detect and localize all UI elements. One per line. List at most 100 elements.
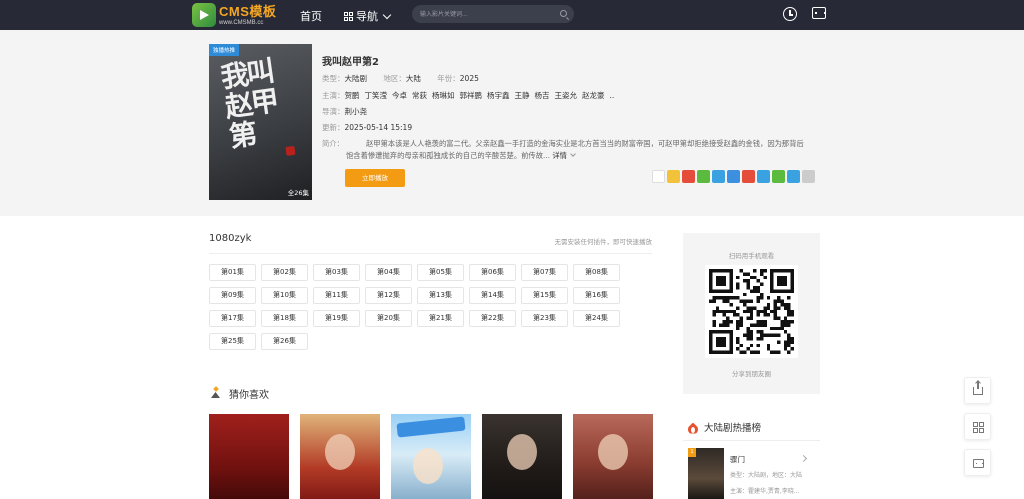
cast-link[interactable]: 王静 xyxy=(515,91,530,100)
cast-link[interactable]: 今卓 xyxy=(392,91,407,100)
play-now-button[interactable]: 立即播放 xyxy=(345,169,405,187)
episode-button[interactable]: 第21集 xyxy=(417,310,464,327)
recommend-thumbnail[interactable] xyxy=(573,414,653,499)
cast-link[interactable]: 贺鹏 xyxy=(345,91,360,100)
share-platform-icon[interactable] xyxy=(682,170,695,183)
cast-link[interactable]: .. xyxy=(610,91,615,100)
episode-button[interactable]: 第08集 xyxy=(573,264,620,281)
rank-badge: 1 xyxy=(688,448,696,457)
hot-item-meta: 类型：大陆剧，地区：大陆 xyxy=(730,472,803,479)
poster-calligraphy: 我叫赵甲第 xyxy=(219,53,303,153)
video-poster[interactable]: 独播热推 我叫赵甲第 全26集 xyxy=(209,44,312,200)
feedback-button[interactable] xyxy=(964,449,991,476)
episode-button[interactable]: 第02集 xyxy=(261,264,308,281)
episode-button[interactable]: 第16集 xyxy=(573,287,620,304)
fire-icon xyxy=(688,421,698,434)
episode-button[interactable]: 第14集 xyxy=(469,287,516,304)
cast-link[interactable]: 杨吉 xyxy=(535,91,550,100)
menu-grid-button[interactable] xyxy=(964,413,991,440)
episode-button[interactable]: 第06集 xyxy=(469,264,516,281)
meta-director-row: 导演：荆小尧 xyxy=(322,107,368,116)
share-platform-icon[interactable] xyxy=(742,170,755,183)
video-detail-section xyxy=(0,30,1024,216)
logo-title: CMS模板 xyxy=(219,3,277,19)
cast-link[interactable]: 王姿允 xyxy=(555,91,578,100)
meta-cast-row: 主演：贺鹏 丁笑滢 今卓 常荻 杨琳如 郭祥鹏 杨宇鑫 王静 杨吉 王姿允 赵龙豪.. xyxy=(322,90,619,101)
search-input[interactable] xyxy=(420,7,560,21)
hot-list-header: 大陆剧热播榜 xyxy=(688,420,761,434)
search-icon[interactable] xyxy=(560,10,567,17)
share-platform-icon[interactable] xyxy=(712,170,725,183)
hot-item-thumbnail[interactable]: 1 xyxy=(688,448,724,499)
guess-you-like-title: 猜你喜欢 xyxy=(229,390,269,401)
share-platform-icon[interactable] xyxy=(772,170,785,183)
grid-icon xyxy=(344,11,353,21)
recommend-thumbnail[interactable] xyxy=(209,414,289,499)
divider xyxy=(683,440,820,441)
top-navigation-bar: CMS模板 www.CMSMB.cc 首页 导航 xyxy=(0,0,1024,30)
share-platform-icon[interactable] xyxy=(757,170,770,183)
share-platform-icon[interactable] xyxy=(727,170,740,183)
nav-home-link[interactable]: 首页 xyxy=(300,8,322,24)
recommend-thumbnail[interactable] xyxy=(300,414,380,499)
share-platform-icon[interactable] xyxy=(652,170,665,183)
cast-link[interactable]: 杨宇鑫 xyxy=(487,91,510,100)
episode-button[interactable]: 第23集 xyxy=(521,310,568,327)
episode-count-badge: 全26集 xyxy=(287,189,309,197)
area-link[interactable]: 大陆 xyxy=(406,74,421,83)
hot-item-title[interactable]: 骤门 xyxy=(730,454,745,465)
source-title: 1080zyk xyxy=(209,233,252,244)
episode-button[interactable]: 第24集 xyxy=(573,310,620,327)
director-link[interactable]: 荆小尧 xyxy=(345,107,368,116)
type-link[interactable]: 大陆剧 xyxy=(345,74,368,83)
history-clock-icon[interactable] xyxy=(783,7,797,21)
recommend-list xyxy=(209,414,653,499)
recommend-thumbnail[interactable] xyxy=(391,414,471,499)
message-icon[interactable] xyxy=(812,7,826,19)
site-logo[interactable]: CMS模板 www.CMSMB.cc xyxy=(192,2,276,28)
share-platform-icon[interactable] xyxy=(697,170,710,183)
episode-button[interactable]: 第13集 xyxy=(417,287,464,304)
nav-menu-label: 导航 xyxy=(356,10,378,23)
search-box xyxy=(412,5,574,23)
sparkle-icon xyxy=(209,387,222,400)
episode-button[interactable]: 第11集 xyxy=(313,287,360,304)
episode-button[interactable]: 第22集 xyxy=(469,310,516,327)
synopsis: 简介： 赵甲第本该是人人艳羡的富二代。父亲赵鑫一手打造的金海实业是北方首当当的财… xyxy=(322,139,804,160)
synopsis-more-link[interactable]: 详情 xyxy=(552,151,567,160)
recommend-thumbnail[interactable] xyxy=(482,414,562,499)
episode-button[interactable]: 第10集 xyxy=(261,287,308,304)
cast-link[interactable]: 杨琳如 xyxy=(432,91,455,100)
synopsis-text: 赵甲第本该是人人艳羡的富二代。父亲赵鑫一手打造的金海实业是北方首当当的财富帝国，… xyxy=(346,139,804,160)
qr-title: 扫码用手机观看 xyxy=(728,252,775,260)
episode-button[interactable]: 第12集 xyxy=(365,287,412,304)
cast-link[interactable]: 赵龙豪 xyxy=(582,91,605,100)
episode-button[interactable]: 第03集 xyxy=(313,264,360,281)
share-icons-bar xyxy=(652,170,815,183)
cast-link[interactable]: 丁笑滢 xyxy=(365,91,388,100)
episode-button[interactable]: 第25集 xyxy=(209,333,256,350)
episode-button[interactable]: 第18集 xyxy=(261,310,308,327)
episode-button[interactable]: 第01集 xyxy=(209,264,256,281)
episode-button[interactable]: 第20集 xyxy=(365,310,412,327)
update-time: 2025-05-14 15:19 xyxy=(344,123,413,132)
episode-list: 第01集 第02集 第03集 第04集 第05集 第06集 第07集 第08集第09集 第10集… xyxy=(209,264,639,350)
episode-button[interactable]: 第09集 xyxy=(209,287,256,304)
chevron-right-icon[interactable] xyxy=(799,454,808,463)
share-platform-icon[interactable] xyxy=(802,170,815,183)
chevron-down-icon xyxy=(382,10,392,19)
episode-button[interactable]: 第07集 xyxy=(521,264,568,281)
episode-button[interactable]: 第15集 xyxy=(521,287,568,304)
share-button[interactable] xyxy=(964,377,991,404)
cast-link[interactable]: 常荻 xyxy=(412,91,427,100)
share-platform-icon[interactable] xyxy=(667,170,680,183)
nav-menu-dropdown[interactable]: 导航 xyxy=(344,8,392,24)
episode-button[interactable]: 第19集 xyxy=(313,310,360,327)
episode-button[interactable]: 第17集 xyxy=(209,310,256,327)
episode-button[interactable]: 第04集 xyxy=(365,264,412,281)
episode-button[interactable]: 第26集 xyxy=(261,333,308,350)
episode-button[interactable]: 第05集 xyxy=(417,264,464,281)
cast-link[interactable]: 郭祥鹏 xyxy=(460,91,483,100)
share-platform-icon[interactable] xyxy=(787,170,800,183)
year-link[interactable]: 2025 xyxy=(460,74,479,83)
